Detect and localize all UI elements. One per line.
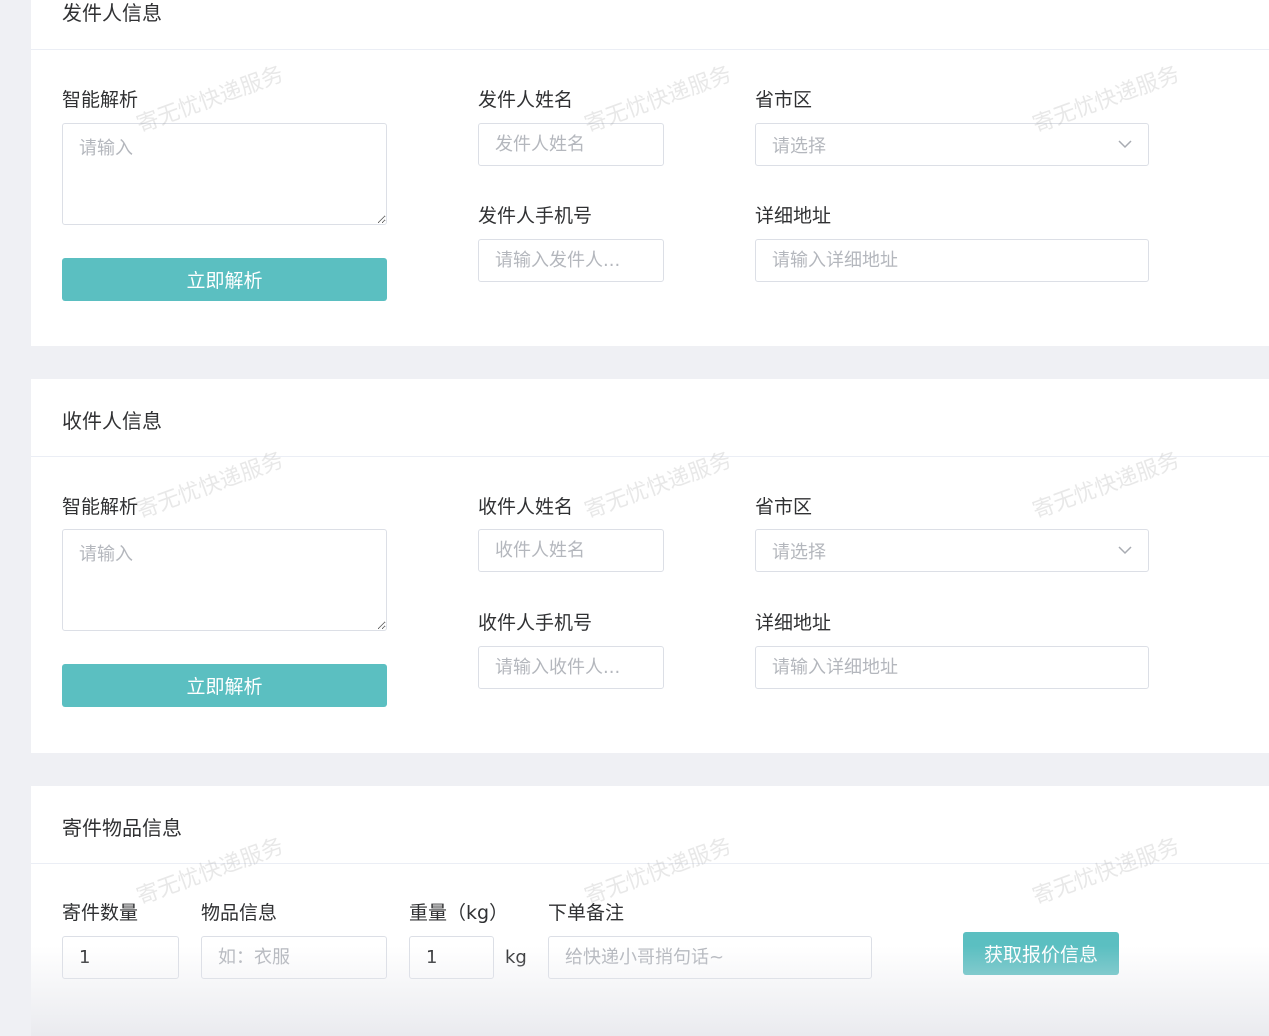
sender-parse-button[interactable]: 立即解析 bbox=[62, 258, 387, 301]
sender-region-select[interactable]: 请选择 bbox=[755, 123, 1149, 166]
sender-name-input[interactable] bbox=[478, 123, 664, 166]
sender-phone-input[interactable] bbox=[478, 239, 664, 282]
items-card-title: 寄件物品信息 bbox=[62, 816, 182, 840]
sender-address-label: 详细地址 bbox=[755, 205, 832, 227]
sender-phone-label: 发件人手机号 bbox=[478, 205, 593, 227]
recipient-name-input[interactable] bbox=[478, 529, 664, 572]
recipient-region-placeholder: 请选择 bbox=[772, 541, 826, 563]
sender-address-input[interactable] bbox=[755, 239, 1149, 282]
goods-label: 物品信息 bbox=[201, 902, 278, 924]
items-card: 寄件物品信息 寄件数量 物品信息 重量（kg） kg 下单备注 获取报价信息 bbox=[31, 786, 1269, 1036]
sender-card-title: 发件人信息 bbox=[62, 1, 162, 25]
recipient-phone-input[interactable] bbox=[478, 646, 664, 689]
goods-input[interactable] bbox=[201, 936, 387, 979]
weight-unit: kg bbox=[505, 947, 527, 968]
recipient-card-title: 收件人信息 bbox=[62, 409, 162, 433]
recipient-region-select[interactable]: 请选择 bbox=[755, 529, 1149, 572]
recipient-address-label: 详细地址 bbox=[755, 612, 832, 634]
recipient-card: 收件人信息 智能解析 立即解析 收件人姓名 收件人手机号 省市区 请选择 详细地… bbox=[31, 379, 1269, 753]
quantity-input[interactable] bbox=[62, 936, 179, 979]
sender-region-placeholder: 请选择 bbox=[772, 135, 826, 157]
sender-card: 发件人信息 智能解析 立即解析 发件人姓名 发件人手机号 省市区 请选择 详细地… bbox=[31, 0, 1269, 346]
recipient-address-input[interactable] bbox=[755, 646, 1149, 689]
recipient-name-label: 收件人姓名 bbox=[478, 496, 574, 518]
chevron-down-icon bbox=[1118, 546, 1132, 555]
sender-card-divider bbox=[31, 49, 1269, 50]
sender-smart-input[interactable] bbox=[62, 123, 387, 225]
recipient-smart-input[interactable] bbox=[62, 529, 387, 631]
sender-smart-label: 智能解析 bbox=[62, 89, 139, 111]
recipient-smart-label: 智能解析 bbox=[62, 496, 139, 518]
weight-input[interactable] bbox=[409, 936, 494, 979]
weight-label: 重量（kg） bbox=[409, 902, 509, 924]
items-card-divider bbox=[31, 863, 1269, 864]
quantity-label: 寄件数量 bbox=[62, 902, 139, 924]
recipient-region-label: 省市区 bbox=[755, 496, 813, 518]
get-quote-button[interactable]: 获取报价信息 bbox=[963, 932, 1119, 975]
chevron-down-icon bbox=[1118, 140, 1132, 149]
recipient-card-divider bbox=[31, 456, 1269, 457]
recipient-phone-label: 收件人手机号 bbox=[478, 612, 593, 634]
remark-label: 下单备注 bbox=[548, 902, 625, 924]
sender-name-label: 发件人姓名 bbox=[478, 89, 574, 111]
remark-input[interactable] bbox=[548, 936, 872, 979]
recipient-parse-button[interactable]: 立即解析 bbox=[62, 664, 387, 707]
sender-region-label: 省市区 bbox=[755, 89, 813, 111]
